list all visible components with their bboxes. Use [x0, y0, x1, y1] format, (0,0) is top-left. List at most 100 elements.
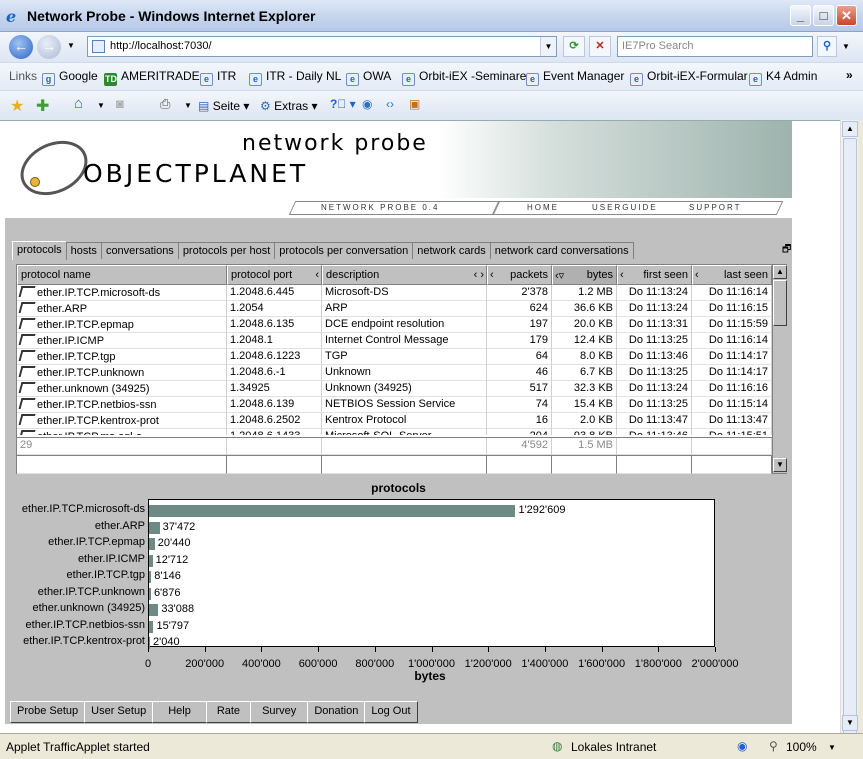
scroll-up-icon[interactable]: ▲	[773, 265, 787, 279]
table-row[interactable]: ether.ARP 1.2054 ARP 624 36.6 KB Do 11:13:24 D…	[17, 301, 772, 317]
help-button[interactable]: Help	[152, 701, 207, 723]
table-scrollbar[interactable]: ▲ ▼	[772, 265, 787, 473]
donation-button[interactable]: Donation	[307, 701, 366, 723]
page-scrollbar[interactable]: ▲ ▼	[840, 120, 858, 738]
link-k4-admin[interactable]: e K4 Admin	[749, 69, 817, 86]
tab-protocols-per-host[interactable]: protocols per host	[177, 242, 276, 259]
close-button[interactable]: ✕	[836, 5, 857, 26]
address-bar[interactable]: http://localhost:7030/ ▼	[87, 36, 557, 57]
scroll-down-icon[interactable]: ▼	[773, 458, 787, 472]
user-setup-button[interactable]: User Setup	[84, 701, 154, 723]
links-overflow-icon[interactable]: »	[846, 68, 853, 82]
rate-button[interactable]: Rate	[205, 701, 252, 723]
home-dropdown-icon[interactable]: ▼	[97, 101, 105, 110]
probe-setup-button[interactable]: Probe Setup	[10, 701, 86, 723]
add-favorites-icon[interactable]: ✚	[36, 96, 49, 116]
survey-button[interactable]: Survey	[250, 701, 309, 723]
table-row[interactable]: ether.IP.ICMP 1.2048.1 Internet Control Me…	[17, 333, 772, 349]
back-button[interactable]: ←	[9, 35, 33, 59]
research-icon[interactable]: ◉	[362, 97, 372, 111]
tab-hosts[interactable]: hosts	[65, 242, 102, 259]
table-row[interactable]: ether.IP.TCP.unknown 1.2048.6.-1 Unknown 46…	[17, 365, 772, 381]
protocol-icon	[18, 430, 36, 435]
tab-network-cards[interactable]: network cards	[412, 242, 491, 259]
search-icon[interactable]: ⚲	[817, 36, 837, 57]
maximize-button[interactable]: □	[813, 5, 834, 26]
filter-bytes[interactable]	[552, 456, 617, 474]
col-protocol-name[interactable]: protocol name	[17, 265, 227, 285]
table-row[interactable]: ether.IP.TCP.netbios-ssn 1.2048.6.139 NETB…	[17, 397, 772, 413]
forward-button[interactable]: →	[37, 35, 61, 59]
col-first-seen[interactable]: ‹ first seen	[617, 265, 692, 285]
table-row[interactable]: ether.IP.TCP.microsoft-ds 1.2048.6.445 Mic…	[17, 285, 772, 301]
chart-data-label: 15'797	[156, 619, 190, 632]
favorites-star-icon[interactable]: ★	[10, 96, 24, 116]
search-input[interactable]: IE7Pro Search	[617, 36, 813, 57]
link-ameritrade[interactable]: TD AMERITRADE	[104, 69, 200, 86]
history-dropdown-icon[interactable]: ▼	[67, 41, 75, 50]
minimize-button[interactable]: _	[790, 5, 811, 26]
link-google[interactable]: g Google	[42, 69, 98, 86]
link-itr[interactable]: e ITR	[200, 69, 236, 86]
nav-support-link[interactable]: SUPPORT	[689, 203, 742, 212]
page-scroll-up-icon[interactable]: ▲	[842, 121, 858, 137]
table-row[interactable]: ether.IP.TCP.kentrox-prot 1.2048.6.2502 Ke…	[17, 413, 772, 429]
chart-data-label: 37'472	[162, 520, 196, 533]
tab-protocols-per-conversation[interactable]: protocols per conversation	[274, 242, 414, 259]
col-description[interactable]: description ‹ ›	[322, 265, 487, 285]
filter-packets[interactable]	[487, 456, 552, 474]
zoom-level[interactable]: 100%	[786, 740, 817, 754]
scroll-thumb[interactable]	[773, 280, 787, 326]
col-protocol-port[interactable]: protocol port ‹	[227, 265, 322, 285]
print-icon[interactable]: ⎙	[160, 96, 170, 112]
link-orbit-formular[interactable]: e Orbit-iEX-Formular	[630, 69, 748, 86]
col-packets[interactable]: ‹ packets	[487, 265, 552, 285]
log-out-button[interactable]: Log Out	[364, 701, 418, 723]
table-row[interactable]: ether.IP.TCP.tgp 1.2048.6.1223 TGP 64 8.0 KB…	[17, 349, 772, 365]
links-toolbar: Links g Google TD AMERITRADE e ITR e ITR - D…	[0, 62, 863, 90]
table-cell: Do 11:13:24	[617, 301, 692, 317]
address-input[interactable]: http://localhost:7030/	[110, 40, 212, 52]
ie7pro-icon[interactable]: ▣	[409, 97, 420, 111]
print-dropdown-icon[interactable]: ▼	[184, 101, 192, 110]
feeds-icon[interactable]: ◙	[116, 96, 124, 111]
page-menu[interactable]: ▤ Seite ▾	[198, 99, 249, 113]
address-dropdown-icon[interactable]: ▼	[540, 37, 556, 56]
page-scroll-thumb[interactable]	[843, 138, 857, 738]
table-row[interactable]: ether.IP.TCP.epmap 1.2048.6.135 DCE endpoi…	[17, 317, 772, 333]
filter-protocol-name[interactable]	[17, 456, 227, 474]
page-scroll-down-icon[interactable]: ▼	[842, 715, 858, 731]
zoom-icon[interactable]: ⚲	[769, 739, 778, 753]
filter-description[interactable]	[322, 456, 487, 474]
tab-protocols[interactable]: protocols	[12, 241, 67, 260]
restore-window-icon[interactable]: 🗗	[782, 242, 791, 259]
link-itr-daily[interactable]: e ITR - Daily NL	[249, 69, 341, 86]
table-cell: ether.IP.TCP.netbios-ssn	[17, 397, 227, 413]
filter-last-seen[interactable]	[692, 456, 772, 474]
tools-menu[interactable]: ⚙ Extras ▾	[260, 99, 317, 113]
table-row[interactable]: ether.IP.TCP.ms-sql-s1.2048.6.1433Micros…	[17, 429, 772, 435]
col-last-seen[interactable]: ‹ last seen	[692, 265, 772, 285]
security-zone: Lokales Intranet	[571, 740, 657, 754]
col-bytes[interactable]: ‹▿ bytes	[552, 265, 617, 285]
status-text: Applet TrafficApplet started	[6, 740, 150, 754]
protected-mode-icon[interactable]: ◉	[737, 739, 747, 753]
table-row[interactable]: ether.unknown (34925) 1.34925 Unknown (349…	[17, 381, 772, 397]
stop-button[interactable]: ✕	[589, 36, 611, 57]
tab-conversations[interactable]: conversations	[100, 242, 179, 259]
refresh-button[interactable]: ⟳	[563, 36, 585, 57]
search-options-icon[interactable]: ▼	[842, 42, 850, 51]
help-icon[interactable]: ?⃝ ▾	[330, 97, 356, 111]
nav-userguide-link[interactable]: USERGUIDE	[592, 203, 658, 212]
link-orbit-seminare[interactable]: e Orbit-iEX -Seminare	[402, 69, 526, 86]
filter-protocol-port[interactable]	[227, 456, 322, 474]
link-event-manager[interactable]: e Event Manager	[526, 69, 624, 86]
chart-category-label: ether.IP.TCP.epmap	[48, 536, 145, 548]
tab-network-card-conversations[interactable]: network card conversations	[489, 242, 634, 259]
filter-first-seen[interactable]	[617, 456, 692, 474]
messenger-icon[interactable]: ‹›	[386, 97, 394, 111]
zoom-dropdown-icon[interactable]: ▼	[828, 743, 836, 752]
nav-home-link[interactable]: HOME	[527, 203, 559, 212]
home-icon[interactable]: ⌂	[74, 95, 83, 112]
link-owa[interactable]: e OWA	[346, 69, 391, 86]
